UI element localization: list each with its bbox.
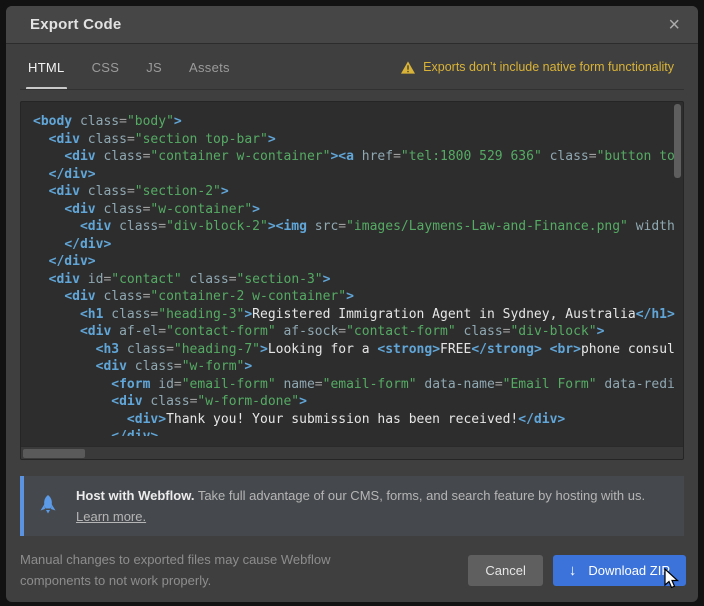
tab-divider [20,89,684,90]
code-line: </div> [33,236,671,254]
dialog-footer: Manual changes to exported files may cau… [6,549,698,591]
learn-more-link[interactable]: Learn more. [76,509,146,524]
code-line: </div> [33,428,671,436]
horizontal-scrollbar-thumb[interactable] [23,449,85,458]
code-line: <div class="w-form-done"> [33,393,671,411]
warning-text: Exports don’t include native form functi… [423,60,674,74]
download-zip-label: Download ZIP [588,563,670,578]
code-line: <body class="body"> [33,113,671,131]
tab-bar: HTML CSS JS Assets Exports don’t include… [6,44,698,90]
code-line: <div class="w-container"> [33,201,671,219]
tab-html-label: HTML [28,60,65,75]
download-zip-button[interactable]: ↓ Download ZIP [553,555,686,586]
horizontal-scrollbar-track[interactable] [21,446,683,459]
code-line: <div af-el="contact-form" af-sock="conta… [33,323,671,341]
code-line: <div class="container-2 w-container"> [33,288,671,306]
code-line: <h1 class="heading-3">Registered Immigra… [33,306,671,324]
code-line: <form id="email-form" name="email-form" … [33,376,671,394]
code-line: <div class="section top-bar"> [33,131,671,149]
code-content: <body class="body"> <div class="section … [21,102,683,436]
code-line: <div class="w-form"> [33,358,671,376]
code-line: <div class="div-block-2"><img src="image… [33,218,671,236]
footer-note: Manual changes to exported files may cau… [20,549,380,591]
banner-body: Take full advantage of our CMS, forms, a… [194,488,645,503]
host-with-webflow-banner: Host with Webflow. Take full advantage o… [20,476,684,536]
tab-html[interactable]: HTML [28,44,65,90]
form-functionality-warning: Exports don’t include native form functi… [401,60,674,74]
rocket-icon [38,495,58,517]
code-line: <h3 class="heading-7">Looking for a <str… [33,341,671,359]
code-line: </div> [33,253,671,271]
download-arrow-icon: ↓ [569,562,577,579]
code-line: <div class="container w-container"><a hr… [33,148,671,166]
tab-js-label: JS [146,60,162,75]
tabs: HTML CSS JS Assets [28,44,230,90]
tab-js[interactable]: JS [146,44,162,90]
vertical-scrollbar-thumb[interactable] [674,104,681,178]
cancel-button[interactable]: Cancel [468,555,542,586]
close-icon[interactable]: × [668,15,680,35]
tab-css[interactable]: CSS [92,44,120,90]
code-viewer[interactable]: <body class="body"> <div class="section … [20,101,684,460]
code-line: <div class="section-2"> [33,183,671,201]
tab-css-label: CSS [92,60,120,75]
warning-triangle-icon [401,61,415,74]
dialog-title: Export Code [30,16,121,33]
code-line: <div>Thank you! Your submission has been… [33,411,671,429]
dialog-titlebar: Export Code × [6,6,698,44]
banner-text: Host with Webflow. Take full advantage o… [76,485,645,527]
code-line: <div id="contact" class="section-3"> [33,271,671,289]
footer-buttons: Cancel ↓ Download ZIP [468,555,686,586]
banner-lead: Host with Webflow. [76,488,194,503]
code-line: </div> [33,166,671,184]
tab-assets-label: Assets [189,60,230,75]
tab-assets[interactable]: Assets [189,44,230,90]
export-code-dialog: Export Code × HTML CSS JS Assets Exports… [6,6,698,602]
